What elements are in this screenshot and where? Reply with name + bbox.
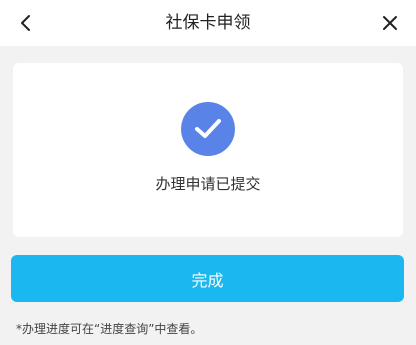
result-card: 办理申请已提交: [13, 63, 403, 237]
back-button[interactable]: [12, 9, 40, 37]
done-button[interactable]: 完成: [11, 255, 404, 302]
progress-hint: *办理进度可在“进度查询”中查看。: [16, 322, 203, 336]
page-title: 社保卡申领: [165, 13, 251, 33]
nav-bar: 社保卡申领: [0, 0, 416, 46]
status-message: 办理申请已提交: [155, 175, 261, 193]
close-button[interactable]: [376, 9, 404, 37]
check-circle-icon: [181, 102, 235, 156]
close-icon: [383, 16, 397, 30]
chevron-left-icon: [21, 15, 30, 31]
